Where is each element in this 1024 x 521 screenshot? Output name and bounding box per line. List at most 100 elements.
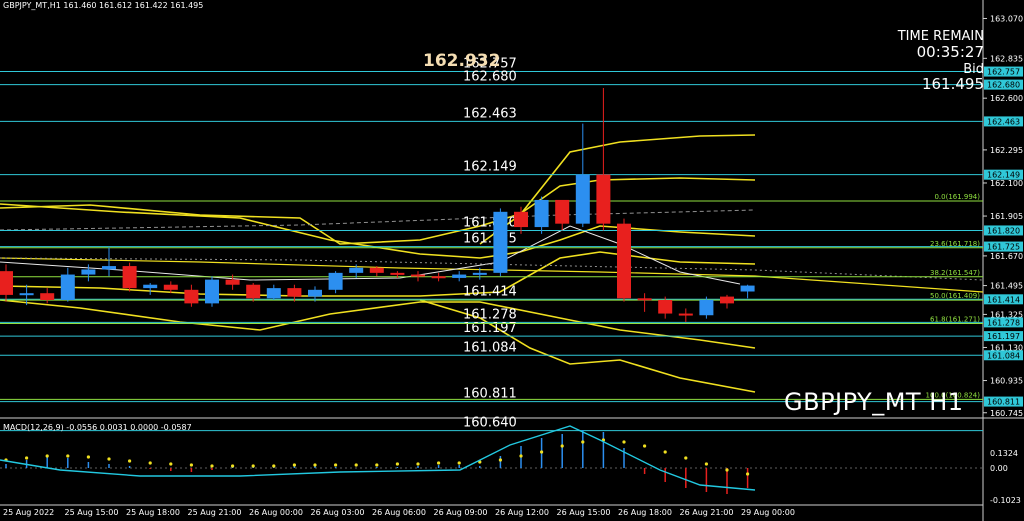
macd-signal-dot (746, 472, 750, 476)
fib-label: 50.0(161.409) (930, 292, 980, 300)
session-high-marker: 162.932 (423, 51, 501, 71)
candle-body (452, 274, 467, 278)
time-axis-label: 25 Aug 2022 (3, 508, 54, 517)
time-remain-label: TIME REMAIN (897, 29, 984, 44)
macd-signal-dot (313, 463, 317, 467)
symbol-watermark: GBPJPY_MT H1 (784, 388, 964, 416)
candle-body (19, 293, 34, 296)
price-axis-label: 162.600 (990, 94, 1023, 103)
macd-axis-label: 0.00 (990, 464, 1008, 473)
candle-body (205, 279, 219, 304)
candle-body (514, 211, 528, 228)
fib-label: 0.0(161.994) (934, 193, 980, 201)
level-tag-text: 162.149 (987, 171, 1020, 180)
level-label: 160.640 (463, 416, 517, 431)
macd-signal-dot (107, 457, 111, 461)
level-label: 162.680 (463, 70, 517, 85)
macd-signal-dot (169, 462, 173, 466)
macd-axis-label: -0.1023 (990, 496, 1021, 505)
candle-body (184, 289, 199, 304)
level-tag-text: 161.820 (987, 226, 1020, 235)
candle-body (658, 299, 673, 314)
candle-body (0, 271, 13, 295)
candle-body (555, 199, 570, 224)
macd-line (0, 425, 756, 491)
chart-title: GBPJPY_MT,H1 161.460 161.612 161.422 161… (3, 1, 204, 10)
time-axis-label: 26 Aug 06:00 (372, 508, 426, 517)
macd-signal-dot (189, 463, 193, 467)
level-label: 161.820 (463, 215, 517, 230)
fib-label: 61.8(161.271) (930, 316, 980, 324)
candle-body (637, 298, 652, 301)
time-axis-label: 25 Aug 21:00 (188, 508, 242, 517)
price-axis-label: 163.070 (990, 14, 1023, 23)
macd-signal-dot (395, 462, 399, 466)
time-axis-label: 26 Aug 18:00 (618, 508, 672, 517)
macd-signal-dot (25, 456, 29, 460)
level-tag-text: 161.197 (987, 332, 1020, 341)
macd-signal-dot (622, 440, 626, 444)
level-label: 161.414 (463, 284, 517, 299)
macd-signal-dot (704, 462, 709, 466)
candle-body (472, 272, 487, 275)
chart-window[interactable]: 163.070 162.835 162.600 162.295 162.100 161.9… (0, 0, 1024, 521)
candle-body (349, 267, 364, 273)
price-axis-label: 160.935 (990, 377, 1023, 386)
time-axis-label: 25 Aug 18:00 (126, 508, 180, 517)
candle-body (575, 174, 590, 224)
macd-signal-dot (272, 464, 276, 468)
time-axis-label: 26 Aug 03:00 (311, 508, 365, 517)
candle-body (163, 284, 178, 290)
level-tag-text: 161.725 (987, 243, 1020, 252)
macd-signal-dot (725, 468, 729, 472)
candle-body (40, 293, 55, 300)
candle-body (369, 267, 384, 273)
macd-signal-dot (86, 455, 90, 459)
macd-signal-dot (128, 459, 132, 463)
middle-band (0, 251, 756, 297)
candle-body (678, 313, 693, 316)
time-axis-label: 26 Aug 15:00 (557, 508, 611, 517)
macd-signal-dot (437, 461, 441, 465)
price-axis-label: 161.905 (990, 212, 1023, 221)
ma-dashed (0, 209, 756, 231)
candle-body (81, 269, 96, 275)
price-axis-label: 161.495 (990, 282, 1023, 291)
macd-signal-dot (519, 454, 523, 458)
time-remain-value: 00:35:27 (916, 43, 984, 61)
candle-body (287, 288, 302, 297)
macd-signal-dot (66, 454, 70, 458)
level-tag-text: 162.680 (987, 81, 1020, 90)
macd-signal-dot (334, 463, 338, 467)
time-axis-label: 26 Aug 00:00 (249, 508, 303, 517)
candle-body (431, 276, 446, 279)
price-axis-label: 162.295 (990, 146, 1023, 155)
macd-signal-dot (581, 440, 585, 444)
macd-title: MACD(12,26,9) -0.0556 0.0031 0.0000 -0.0… (3, 423, 192, 432)
macd-signal-dot (251, 464, 255, 468)
candle-body (143, 284, 158, 289)
candle-body (390, 272, 405, 275)
time-axis-label: 26 Aug 21:00 (680, 508, 734, 517)
candle-body (740, 285, 755, 292)
candle-body (328, 272, 343, 290)
candle-body (534, 199, 549, 228)
macd-signal-dot (457, 461, 461, 465)
time-axis-label: 25 Aug 15:00 (65, 508, 119, 517)
macd-signal-dot (663, 450, 667, 454)
macd-signal-dot (540, 450, 544, 454)
upper-band-outer (0, 203, 756, 259)
price-chart[interactable]: 163.070 162.835 162.600 162.295 162.100 161.9… (0, 0, 1024, 521)
candle-body (60, 274, 75, 300)
price-axis-label: 162.835 (990, 54, 1023, 63)
candle-body (411, 274, 425, 277)
fib-label: 38.2(161.547) (930, 269, 980, 277)
macd-signal-dot (45, 454, 49, 458)
bid-value: 161.495 (921, 75, 984, 93)
candle-body (102, 266, 116, 270)
candle-body (699, 299, 714, 316)
candle-body (720, 296, 734, 304)
candle-body (308, 289, 322, 297)
macd-signal-dot (684, 456, 688, 460)
macd-signal-dot (643, 444, 647, 448)
